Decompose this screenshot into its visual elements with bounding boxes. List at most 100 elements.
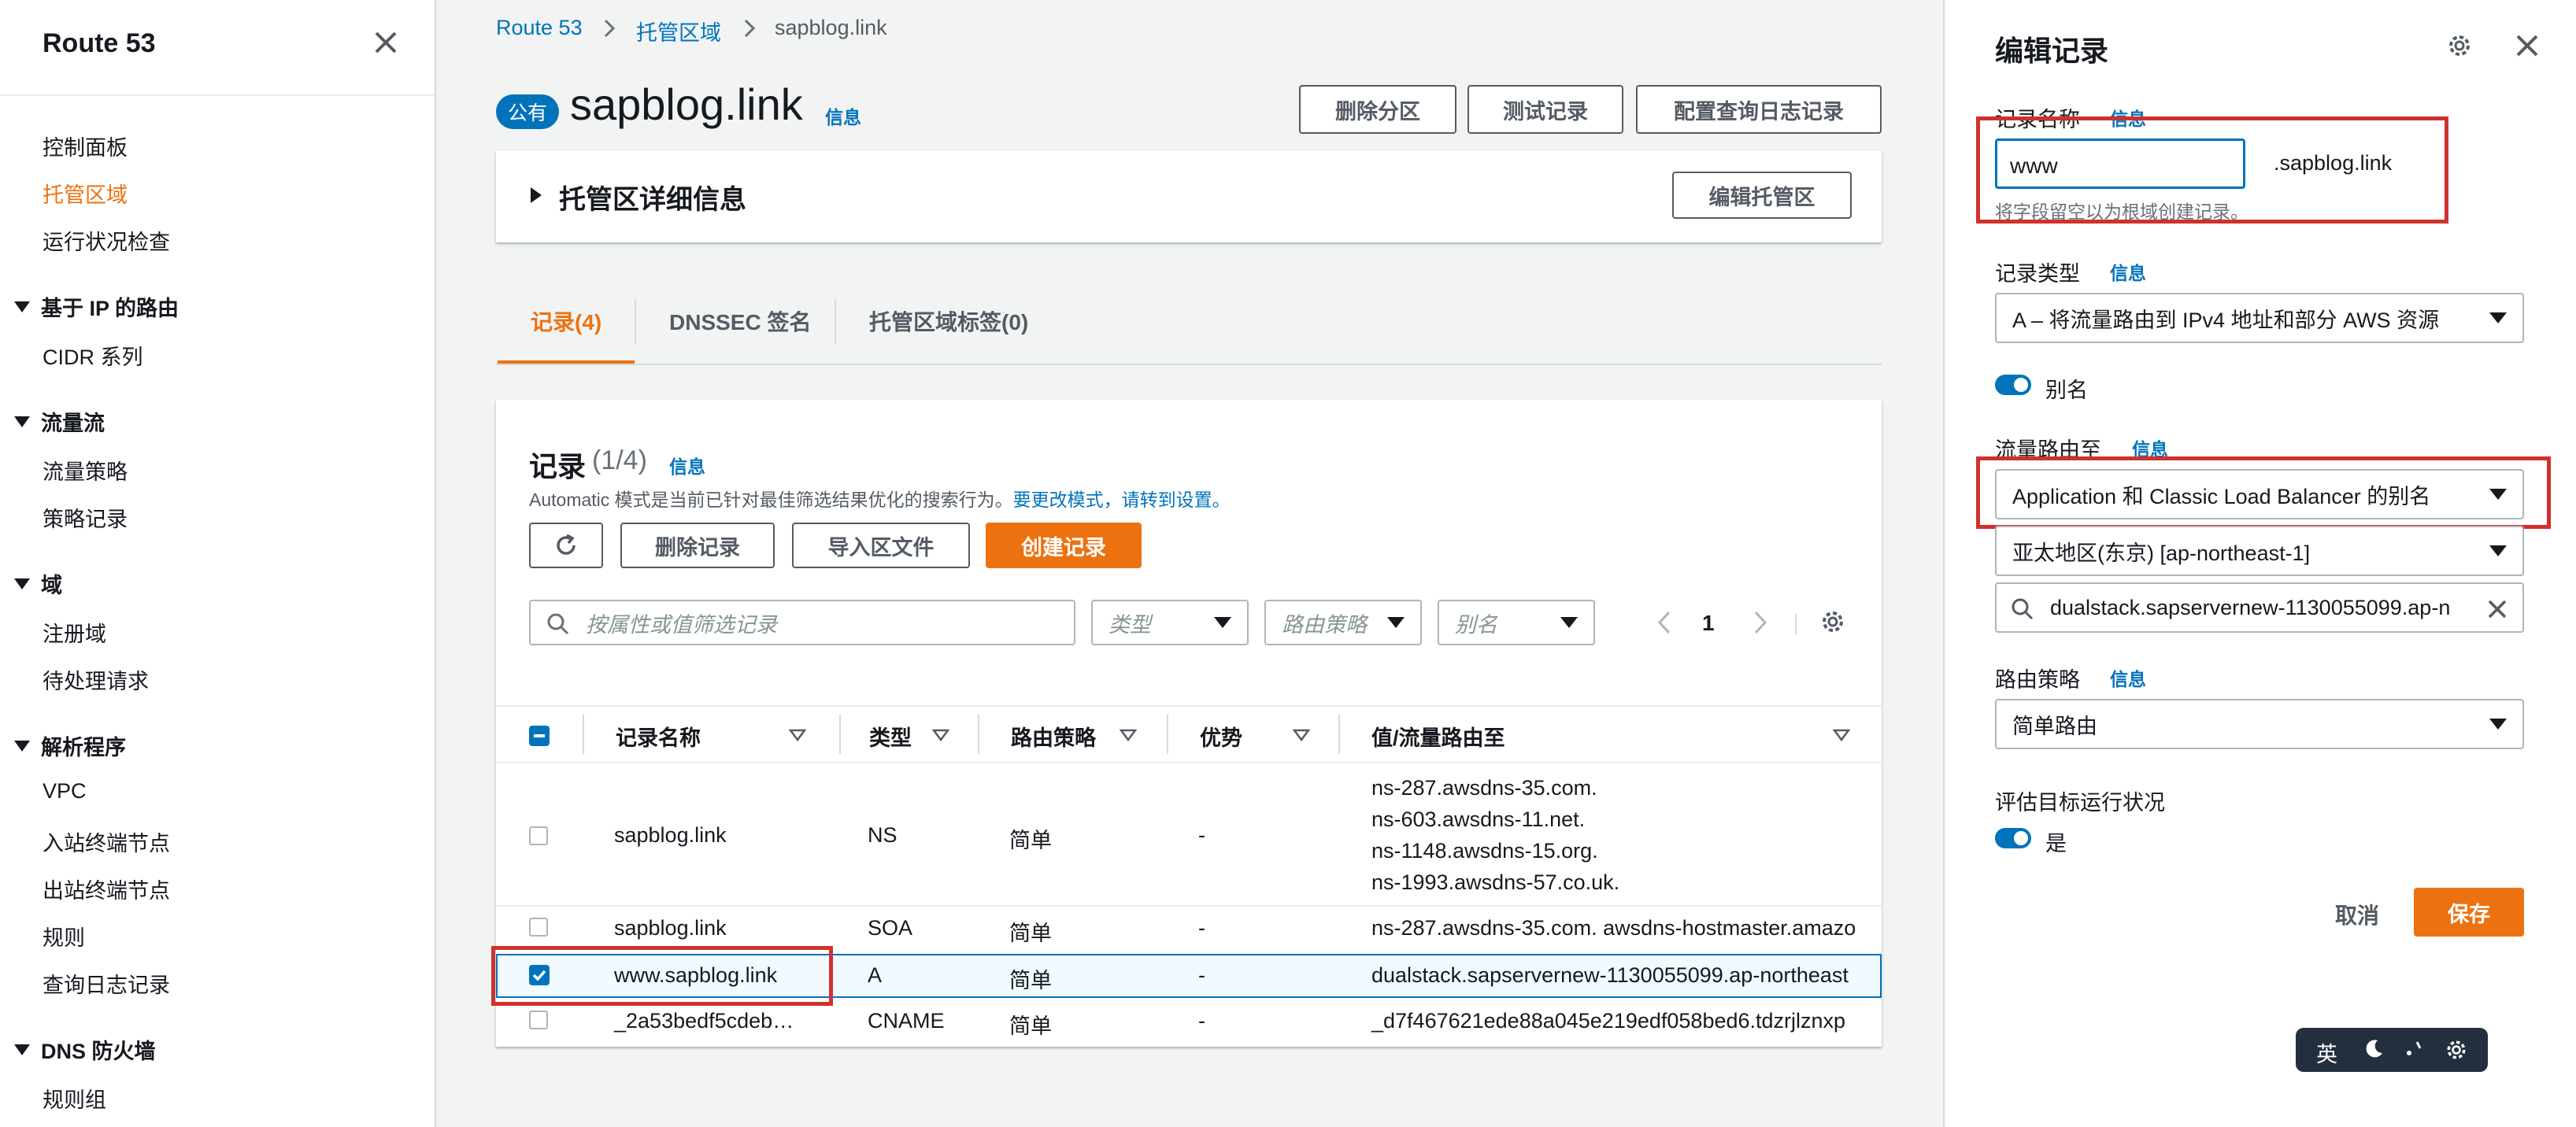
column-header-routing-policy[interactable]: 路由策略 (1011, 721, 1096, 752)
evaluate-health-toggle[interactable] (1995, 828, 2031, 848)
record-type-select[interactable]: A – 将流量路由到 IPv4 地址和部分 AWS 资源 (1995, 293, 2524, 343)
filter-input[interactable]: 按属性或值筛选记录 (529, 600, 1075, 645)
evaluate-health-label: 评估目标运行状况 (1995, 791, 2165, 815)
delete-record-button[interactable]: 删除记录 (620, 523, 775, 568)
record-value: dualstack.sapservernew-1130055099.ap-nor… (1371, 963, 1849, 987)
punctuation-icon[interactable] (2403, 1037, 2426, 1061)
edit-zone-button[interactable]: 编辑托管区 (1672, 172, 1852, 219)
close-icon[interactable] (370, 27, 402, 58)
nav-policy-records[interactable]: 策略记录 (43, 502, 128, 533)
breadcrumb-route53[interactable]: Route 53 (496, 16, 583, 40)
nav-rule-groups[interactable]: 规则组 (43, 1083, 106, 1114)
settings-link[interactable]: 要更改模式，请转到设置。 (1013, 490, 1231, 510)
zone-details-toggle[interactable]: 托管区详细信息 (559, 178, 746, 216)
record-differentiator: - (1198, 963, 1205, 987)
breadcrumb-current: sapblog.link (775, 16, 887, 39)
select-placeholder: 类型 (1108, 612, 1151, 637)
record-value: ns-287.awsdns-35.com. awsdns-hostmaster.… (1371, 916, 1856, 940)
gear-icon[interactable] (2444, 1037, 2469, 1062)
search-icon (2012, 598, 2034, 620)
sort-icon[interactable] (1293, 728, 1310, 742)
record-differentiator: - (1198, 823, 1205, 847)
cancel-button[interactable]: 取消 (2335, 899, 2379, 930)
nav-registered-domains[interactable]: 注册域 (43, 617, 106, 648)
table-row[interactable]: _2a53bedf5cdeb… CNAME 简单 - _d7f467621ede… (496, 1000, 1882, 1045)
info-link[interactable]: 信息 (669, 452, 705, 479)
tab-dnssec[interactable]: DNSSEC 签名 (669, 305, 811, 337)
moon-icon[interactable] (2362, 1037, 2385, 1061)
record-policy: 简单 (1009, 922, 1052, 945)
breadcrumb-hosted-zones[interactable]: 托管区域 (636, 16, 721, 46)
type-filter-select[interactable]: 类型 (1091, 600, 1249, 645)
record-name: _2a53bedf5cdeb… (614, 1009, 794, 1033)
caret-down-icon (14, 301, 30, 312)
close-icon[interactable] (2513, 31, 2541, 60)
caret-right-icon[interactable] (531, 187, 542, 203)
nav-section-dns-firewall[interactable]: DNS 防火墙 (14, 1034, 156, 1065)
divider (835, 299, 836, 343)
select-value: 亚太地区(东京) [ap-northeast-1] (2012, 541, 2311, 565)
tab-records[interactable]: 记录(4) (531, 305, 601, 337)
routing-policy-select[interactable]: 简单路由 (1995, 699, 2524, 749)
divider (1167, 715, 1168, 754)
nav-dashboard[interactable]: 控制面板 (43, 131, 128, 161)
nav-hosted-zones[interactable]: 托管区域 (43, 178, 128, 209)
info-link[interactable]: 信息 (825, 102, 861, 129)
ime-toolbar[interactable]: 英 (2296, 1028, 2488, 1072)
query-logging-button[interactable]: 配置查询日志记录 (1636, 85, 1882, 134)
save-button[interactable]: 保存 (2414, 888, 2524, 937)
info-link[interactable]: 信息 (2110, 664, 2146, 691)
nav-health-checks[interactable]: 运行状况检查 (43, 225, 170, 256)
nav-pending-requests[interactable]: 待处理请求 (43, 664, 149, 695)
sort-icon[interactable] (932, 728, 949, 742)
nav-section-resolver[interactable]: 解析程序 (14, 730, 126, 761)
clear-icon[interactable] (2485, 597, 2510, 622)
public-badge: 公有 (496, 94, 559, 129)
column-header-name[interactable]: 记录名称 (616, 721, 701, 752)
record-value: ns-1993.awsdns-57.co.uk. (1371, 870, 1620, 894)
nav-outbound-endpoints[interactable]: 出站终端节点 (43, 874, 170, 904)
sort-icon[interactable] (1120, 728, 1137, 742)
column-header-type[interactable]: 类型 (869, 721, 912, 752)
table-row[interactable]: sapblog.link NS 简单 - ns-287.awsdns-35.co… (496, 763, 1882, 905)
caret-down-icon (2489, 312, 2507, 323)
next-page-icon[interactable] (1751, 609, 1770, 636)
prev-page-icon[interactable] (1655, 609, 1674, 636)
region-select[interactable]: 亚太地区(东京) [ap-northeast-1] (1995, 526, 2524, 576)
nav-section-traffic-flow[interactable]: 流量流 (14, 406, 105, 437)
nav-rules[interactable]: 规则 (43, 921, 85, 951)
column-header-value[interactable]: 值/流量路由至 (1371, 721, 1505, 752)
nav-section-domains[interactable]: 域 (14, 568, 62, 599)
alias-toggle[interactable] (1995, 375, 2031, 395)
routing-policy-filter-select[interactable]: 路由策略 (1264, 600, 1422, 645)
nav-vpc[interactable]: VPC (43, 779, 87, 804)
divider (1795, 614, 1797, 634)
nav-inbound-endpoints[interactable]: 入站终端节点 (43, 826, 170, 857)
load-balancer-input[interactable]: dualstack.sapservernew-1130055099.ap-n (1995, 582, 2524, 633)
nav-traffic-policies[interactable]: 流量策略 (43, 455, 128, 486)
sidebar-title[interactable]: Route 53 (43, 28, 156, 59)
divider (1338, 715, 1340, 754)
nav-section-ip-routing[interactable]: 基于 IP 的路由 (14, 291, 179, 322)
ime-language[interactable]: 英 (2316, 1037, 2337, 1068)
alias-filter-select[interactable]: 别名 (1438, 600, 1595, 645)
gear-icon[interactable] (1819, 608, 1847, 636)
gear-icon[interactable] (2445, 31, 2474, 60)
import-zone-file-button[interactable]: 导入区文件 (792, 523, 970, 568)
row-checkbox[interactable] (529, 918, 548, 937)
select-all-checkbox[interactable] (529, 726, 550, 746)
row-checkbox[interactable] (529, 826, 548, 845)
page-number[interactable]: 1 (1702, 611, 1715, 636)
column-header-differentiator[interactable]: 优势 (1200, 721, 1242, 752)
sort-icon[interactable] (789, 728, 806, 742)
row-checkbox[interactable] (529, 1011, 548, 1029)
create-record-button[interactable]: 创建记录 (986, 523, 1142, 568)
info-link[interactable]: 信息 (2110, 258, 2146, 285)
delete-zone-button[interactable]: 删除分区 (1299, 85, 1456, 134)
nav-query-logging[interactable]: 查询日志记录 (43, 968, 170, 999)
sort-icon[interactable] (1833, 728, 1850, 742)
refresh-button[interactable] (529, 523, 603, 568)
tab-zone-tags[interactable]: 托管区域标签(0) (869, 305, 1028, 337)
nav-cidr[interactable]: CIDR 系列 (43, 340, 143, 371)
test-record-button[interactable]: 测试记录 (1468, 85, 1623, 134)
